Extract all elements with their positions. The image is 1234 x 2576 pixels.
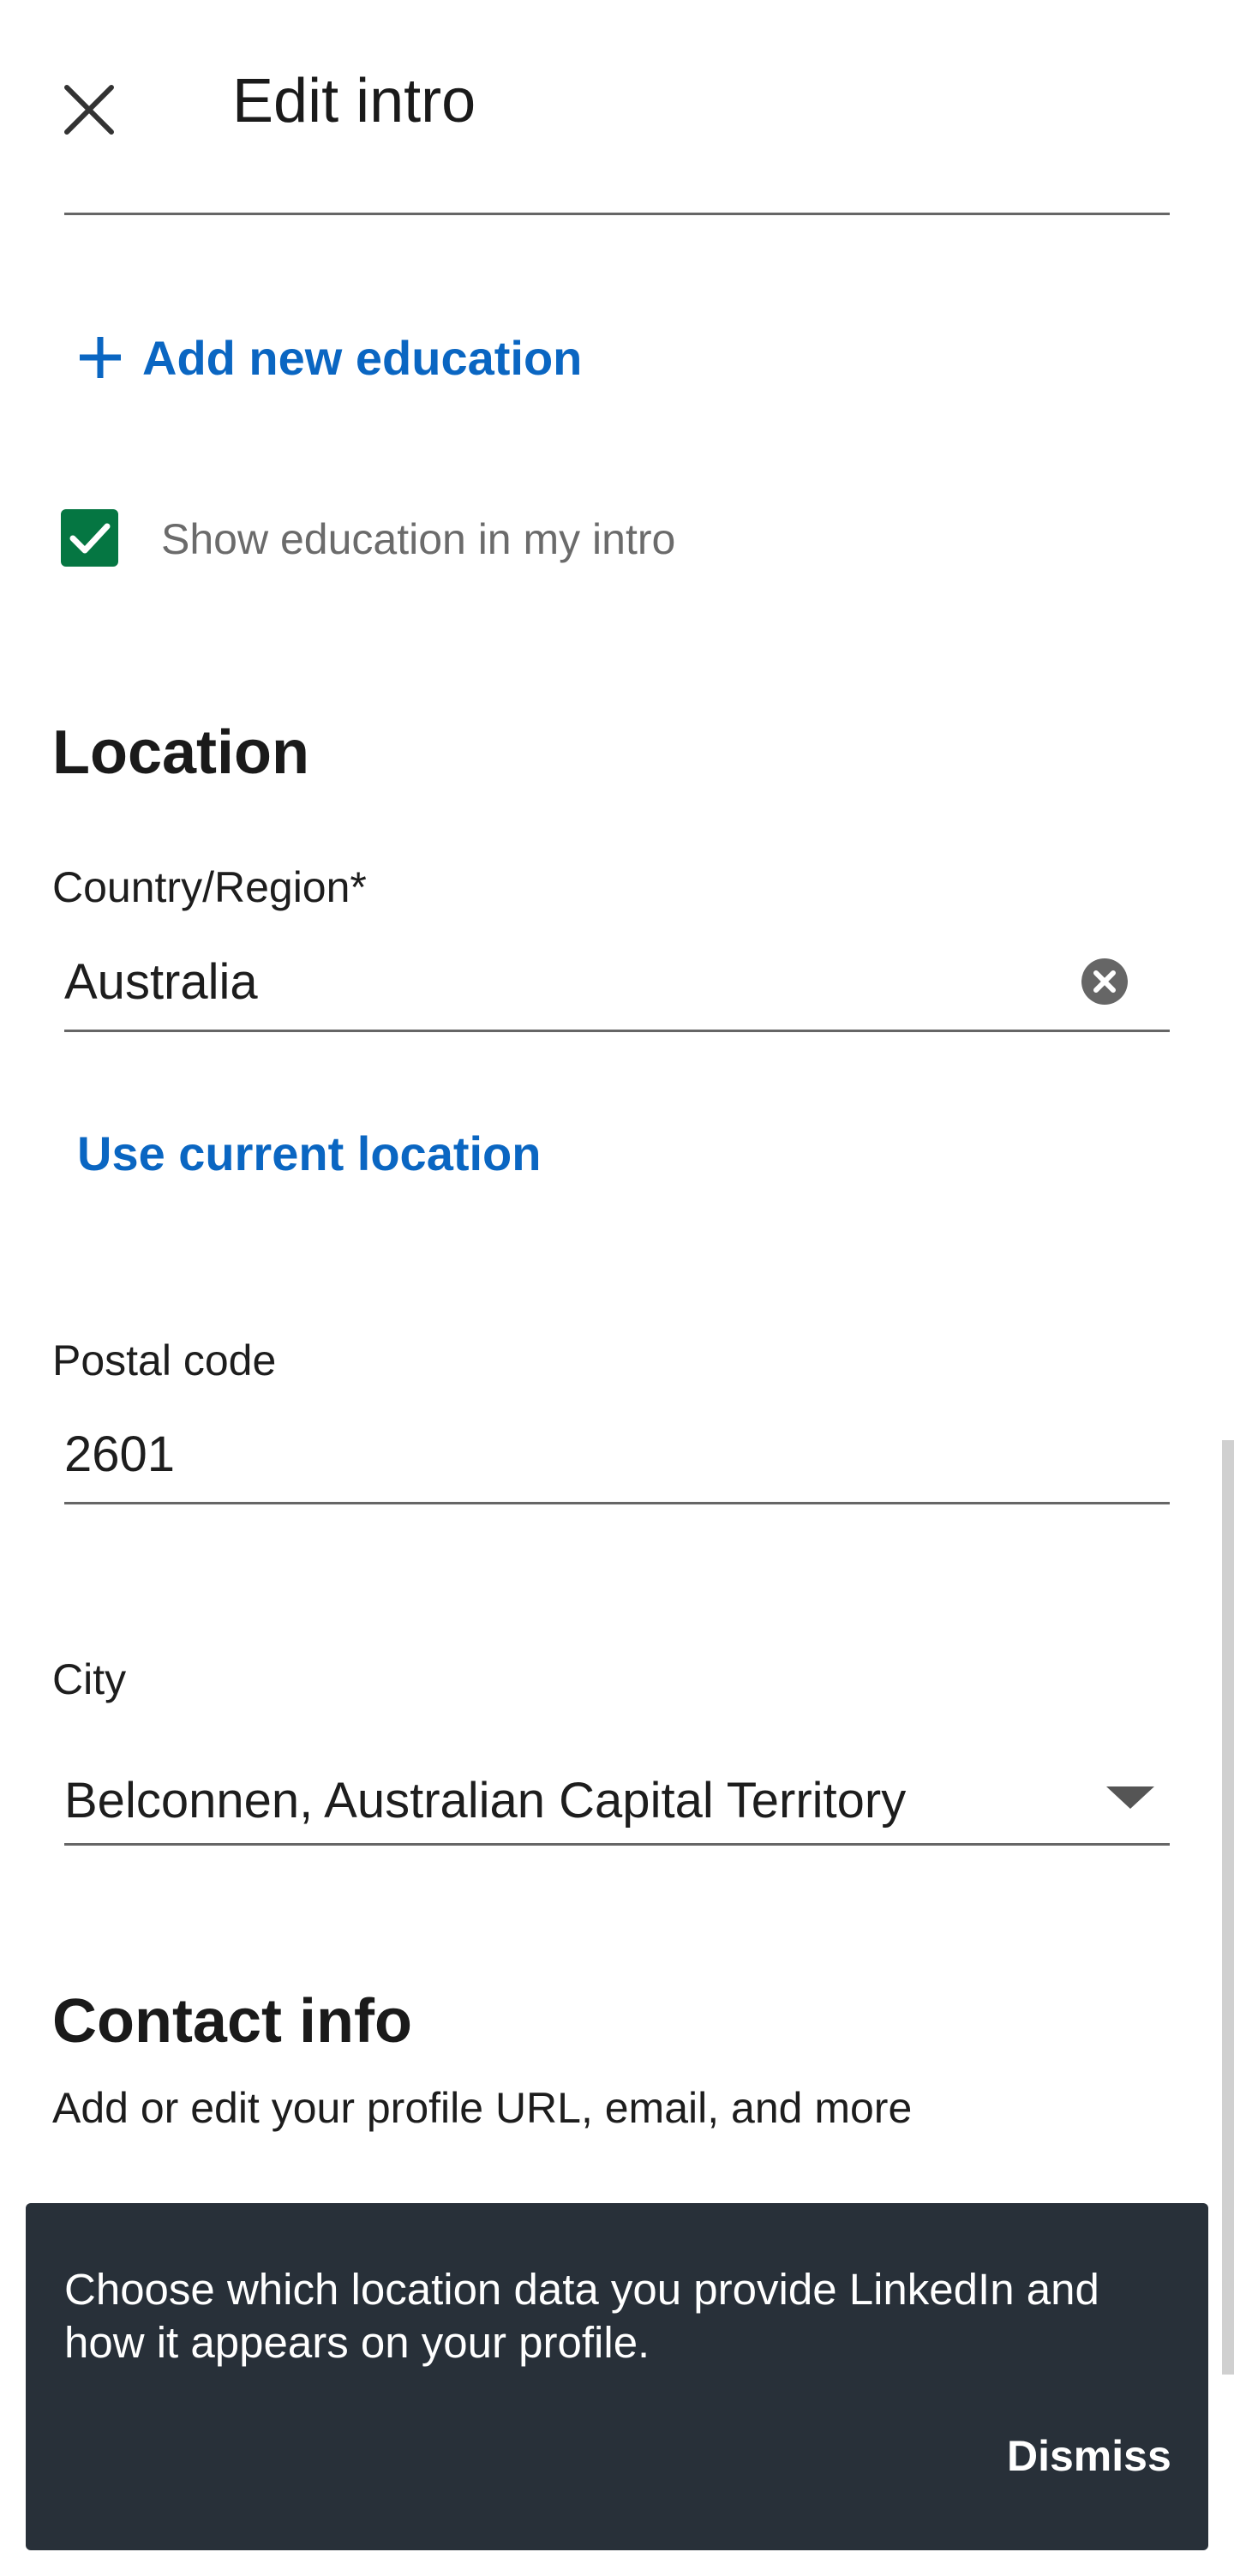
show-education-checkbox[interactable]	[61, 509, 118, 567]
use-current-location-link[interactable]: Use current location	[77, 1130, 541, 1178]
city-select[interactable]: Belconnen, Australian Capital Territory	[64, 1776, 906, 1826]
header-divider	[64, 213, 1170, 215]
toast-message: Choose which location data you provide L…	[64, 2265, 1099, 2367]
add-new-education-link[interactable]: Add new education	[142, 334, 582, 382]
scrollbar[interactable]	[1222, 1440, 1234, 2375]
postal-code-label: Postal code	[52, 1336, 277, 1384]
page-title: Edit intro	[232, 67, 476, 135]
contact-info-heading: Contact info	[52, 1987, 412, 2056]
checkmark-icon	[69, 523, 111, 554]
location-toast	[26, 2203, 1208, 2550]
postal-code-field[interactable]: 2601	[64, 1430, 175, 1480]
country-label: Country/Region*	[52, 863, 367, 911]
plus-icon[interactable]	[77, 334, 123, 381]
dismiss-button[interactable]: Dismiss	[1007, 2435, 1171, 2477]
country-field[interactable]: Australia	[64, 958, 258, 1007]
close-icon[interactable]	[62, 82, 117, 137]
postal-code-underline	[64, 1502, 1170, 1504]
country-field-underline	[64, 1030, 1170, 1032]
city-label: City	[52, 1655, 127, 1703]
contact-info-subtitle[interactable]: Add or edit your profile URL, email, and…	[52, 2087, 912, 2129]
dropdown-arrow-icon[interactable]	[1106, 1786, 1154, 1809]
show-education-label: Show education in my intro	[161, 515, 676, 563]
city-select-underline	[64, 1843, 1170, 1846]
clear-icon[interactable]	[1081, 958, 1128, 1005]
location-heading: Location	[52, 718, 309, 787]
